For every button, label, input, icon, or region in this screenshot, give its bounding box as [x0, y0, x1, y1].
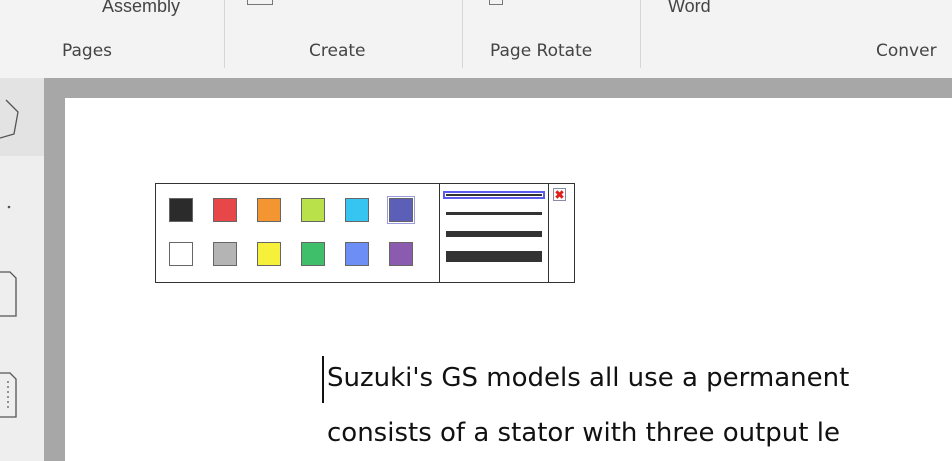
group-divider: [462, 0, 463, 68]
document-text-line[interactable]: Suzuki's GS models all use a permanent: [327, 363, 849, 393]
group-label-page-rotate: Page Rotate: [490, 41, 593, 61]
shape-icon: [0, 99, 19, 139]
group-label-create: Create: [309, 41, 366, 61]
annotation-style-picker: [155, 183, 575, 283]
color-swatch[interactable]: [213, 242, 237, 266]
close-icon[interactable]: [553, 188, 566, 201]
sidebar-item-page[interactable]: [0, 264, 44, 324]
document-text-line[interactable]: consists of a stator with three output l…: [327, 418, 840, 448]
stroke-thin[interactable]: [443, 191, 545, 199]
color-palette: [156, 184, 440, 282]
create-icon[interactable]: [247, 0, 273, 5]
word-button-label[interactable]: Word: [668, 0, 711, 17]
color-swatch[interactable]: [345, 198, 369, 222]
color-swatch[interactable]: [169, 198, 193, 222]
ribbon: Assembly Word Pages Create Page Rotate C…: [0, 0, 952, 78]
color-swatch[interactable]: [387, 196, 415, 224]
stroke-extra-thick[interactable]: [446, 251, 542, 262]
color-swatch[interactable]: [257, 198, 281, 222]
text-cursor: [322, 356, 324, 403]
page-icon: [0, 271, 17, 317]
assembly-button-label[interactable]: Assembly: [102, 0, 180, 17]
color-swatch[interactable]: [345, 242, 369, 266]
group-divider: [224, 0, 225, 68]
attachment-icon: [0, 372, 17, 418]
color-swatch[interactable]: [301, 198, 325, 222]
left-sidebar: [0, 78, 44, 461]
sidebar-item-shape[interactable]: [0, 78, 44, 156]
rotate-icon[interactable]: [489, 0, 503, 5]
color-swatch[interactable]: [389, 242, 413, 266]
group-label-convert: Conver: [876, 41, 937, 61]
stroke-width-list: [440, 184, 549, 282]
color-swatch[interactable]: [169, 242, 193, 266]
group-divider: [640, 0, 641, 68]
group-label-pages: Pages: [62, 41, 113, 61]
stroke-thick[interactable]: [446, 231, 542, 237]
color-swatch[interactable]: [257, 242, 281, 266]
sidebar-item-attachment[interactable]: [0, 365, 44, 425]
sidebar-dot: [0, 196, 44, 209]
stroke-medium[interactable]: [446, 212, 542, 215]
color-swatch[interactable]: [301, 242, 325, 266]
color-swatch[interactable]: [213, 198, 237, 222]
